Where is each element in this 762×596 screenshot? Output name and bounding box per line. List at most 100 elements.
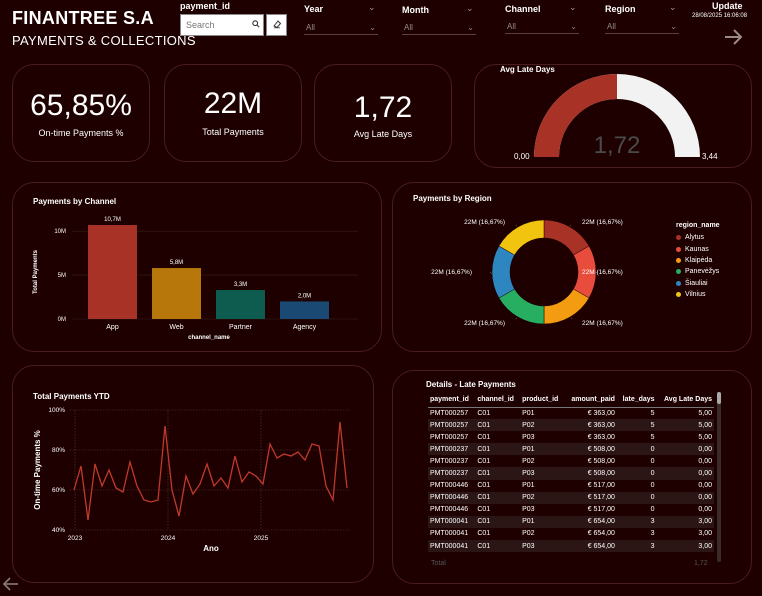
channel-chevron-icon[interactable]: ⌄ <box>569 2 577 13</box>
table-cell: P02 <box>522 457 535 465</box>
channel-bar-data-label: 3,3M <box>234 282 247 288</box>
table-cell: € 654,00 <box>564 515 617 528</box>
channel-bar[interactable] <box>216 290 265 319</box>
clear-search-button[interactable] <box>266 14 287 36</box>
region-leader-line <box>489 271 493 275</box>
region-slice-label: 22M (16,67%) <box>582 320 623 327</box>
arrow-left-icon[interactable] <box>2 575 20 593</box>
channel-y-tick: 5M <box>58 273 66 279</box>
legend-item[interactable]: Šiauliai <box>676 278 720 289</box>
table-row[interactable]: PMT000041 C01 P02 € 654,00 3 3,00 <box>428 528 714 540</box>
table-row[interactable]: PMT000257 C01 P03 € 363,00 5 5,00 <box>428 431 714 443</box>
table-cell: C01 <box>475 491 521 504</box>
table-row[interactable]: PMT000257 C01 P02 € 363,00 5 5,00 <box>428 419 714 432</box>
table-cell: C01 <box>475 419 521 432</box>
column-header[interactable]: payment_id <box>428 392 476 408</box>
column-header[interactable]: Avg Late Days <box>656 392 714 408</box>
search-icon[interactable] <box>249 19 263 31</box>
channel-y-tick: 10M <box>54 229 66 235</box>
year-value: All <box>306 22 315 32</box>
table-row[interactable]: PMT000237 C01 P02 € 508,00 0 0,00 <box>428 455 714 467</box>
channel-bar-data-label: 5,8M <box>170 260 183 266</box>
legend-item[interactable]: Alytus <box>676 232 720 243</box>
table-cell: P02 <box>520 419 565 432</box>
channel-dropdown[interactable]: All ⌄ <box>505 19 579 34</box>
region-leader-line <box>569 225 572 227</box>
ytd-y-tick: 80% <box>52 447 65 454</box>
table-cell: P01 <box>520 515 565 528</box>
channel-bar[interactable] <box>152 268 201 319</box>
year-label: Year <box>304 4 324 14</box>
region-slice-label: 22M (16,67%) <box>582 219 623 226</box>
channel-x-tick: Web <box>169 324 183 331</box>
table-cell: P03 <box>520 540 565 553</box>
table-row[interactable]: PMT000446 C01 P03 € 517,00 0 0,00 <box>428 504 714 516</box>
table-cell: PMT000041 <box>430 530 469 538</box>
month-dropdown[interactable]: All ⌄ <box>402 20 476 35</box>
table-cell: PMT000041 <box>428 515 476 528</box>
ytd-series-line[interactable] <box>73 421 348 521</box>
table-cell: € 654,00 <box>564 540 617 553</box>
legend-label: Alytus <box>685 234 705 242</box>
table-cell: P03 <box>522 433 535 441</box>
region-slice-label: 22M (16,67%) <box>431 269 472 276</box>
table-cell: 0,00 <box>698 482 712 490</box>
table-cell: PMT000257 <box>428 419 476 432</box>
region-slice[interactable] <box>498 219 545 256</box>
table-row[interactable]: PMT000041 C01 P03 € 654,00 3 3,00 <box>428 540 714 553</box>
channel-bar[interactable] <box>280 301 329 319</box>
region-slice[interactable] <box>543 288 590 325</box>
details-scrollbar[interactable] <box>717 392 721 562</box>
details-scroll-thumb[interactable] <box>717 392 721 404</box>
arrow-right-icon[interactable] <box>722 26 744 48</box>
details-title: Details - Late Payments <box>426 380 516 389</box>
legend-item[interactable]: Klaipėda <box>676 255 720 266</box>
table-row[interactable]: PMT000257 C01 P01 € 363,00 5 5,00 <box>428 407 714 419</box>
legend-swatch <box>676 246 681 252</box>
year-chevron-icon[interactable]: ⌄ <box>368 2 376 13</box>
region-slice[interactable] <box>491 245 515 299</box>
legend-item[interactable]: Kaunas <box>676 243 720 254</box>
table-row[interactable]: PMT000446 C01 P01 € 517,00 0 0,00 <box>428 480 714 492</box>
year-dropdown[interactable]: All ⌄ <box>304 20 378 35</box>
table-cell: 3 <box>650 530 655 538</box>
table-row[interactable]: PMT000237 C01 P01 € 508,00 0 0,00 <box>428 443 714 456</box>
table-cell: 5,00 <box>698 433 712 441</box>
month-chevron-icon[interactable]: ⌄ <box>466 3 474 14</box>
column-header[interactable]: product_id <box>520 392 565 408</box>
table-row[interactable]: PMT000446 C01 P02 € 517,00 0 0,00 <box>428 491 714 504</box>
table-cell: 3,00 <box>656 515 714 528</box>
table-cell: C01 <box>477 482 491 490</box>
payment-id-label: payment_id <box>180 1 231 11</box>
channel-bar[interactable] <box>88 225 137 319</box>
table-cell: 0,00 <box>656 491 714 504</box>
kpi-card-total: 22M Total Payments <box>164 64 302 162</box>
payment-id-search-input[interactable]: Search <box>180 14 264 36</box>
table-cell: 0,00 <box>698 506 712 514</box>
chevron-down-icon: ⌄ <box>670 21 677 31</box>
gauge-value-label: 1,72 <box>594 132 641 159</box>
region-chevron-icon[interactable]: ⌄ <box>669 2 677 13</box>
table-cell: € 363,00 <box>587 433 615 441</box>
search-placeholder: Search <box>186 20 215 30</box>
table-cell: P03 <box>520 467 565 480</box>
channel-bar-data-label: 2,0M <box>298 293 311 299</box>
legend-item[interactable]: Panevėžys <box>676 266 720 277</box>
legend-label: Šiauliai <box>685 279 708 287</box>
table-row[interactable]: PMT000237 C01 P03 € 508,00 0 0,00 <box>428 467 714 480</box>
details-table: payment_id channel_id product_id amount_pai… <box>428 392 714 553</box>
legend-item[interactable]: Vilnius <box>676 289 720 300</box>
table-cell: € 517,00 <box>564 491 617 504</box>
column-header[interactable]: amount_paid <box>564 392 617 408</box>
legend-swatch <box>676 292 681 298</box>
column-header[interactable]: late_days <box>616 392 657 408</box>
table-cell: 0 <box>616 491 657 504</box>
region-donut-chart: 22M (16,67%) 22M (16,67%) 22M (16,67%) 22M … <box>431 219 623 327</box>
column-header[interactable]: channel_id <box>475 392 521 408</box>
brand-title: FINANTREE S.A <box>12 8 154 28</box>
ytd-x-tick: 2024 <box>161 535 176 542</box>
table-cell: 0,00 <box>656 467 714 480</box>
table-cell: 3 <box>616 515 657 528</box>
table-row[interactable]: PMT000041 C01 P01 € 654,00 3 3,00 <box>428 515 714 528</box>
region-dropdown[interactable]: All ⌄ <box>605 19 679 34</box>
